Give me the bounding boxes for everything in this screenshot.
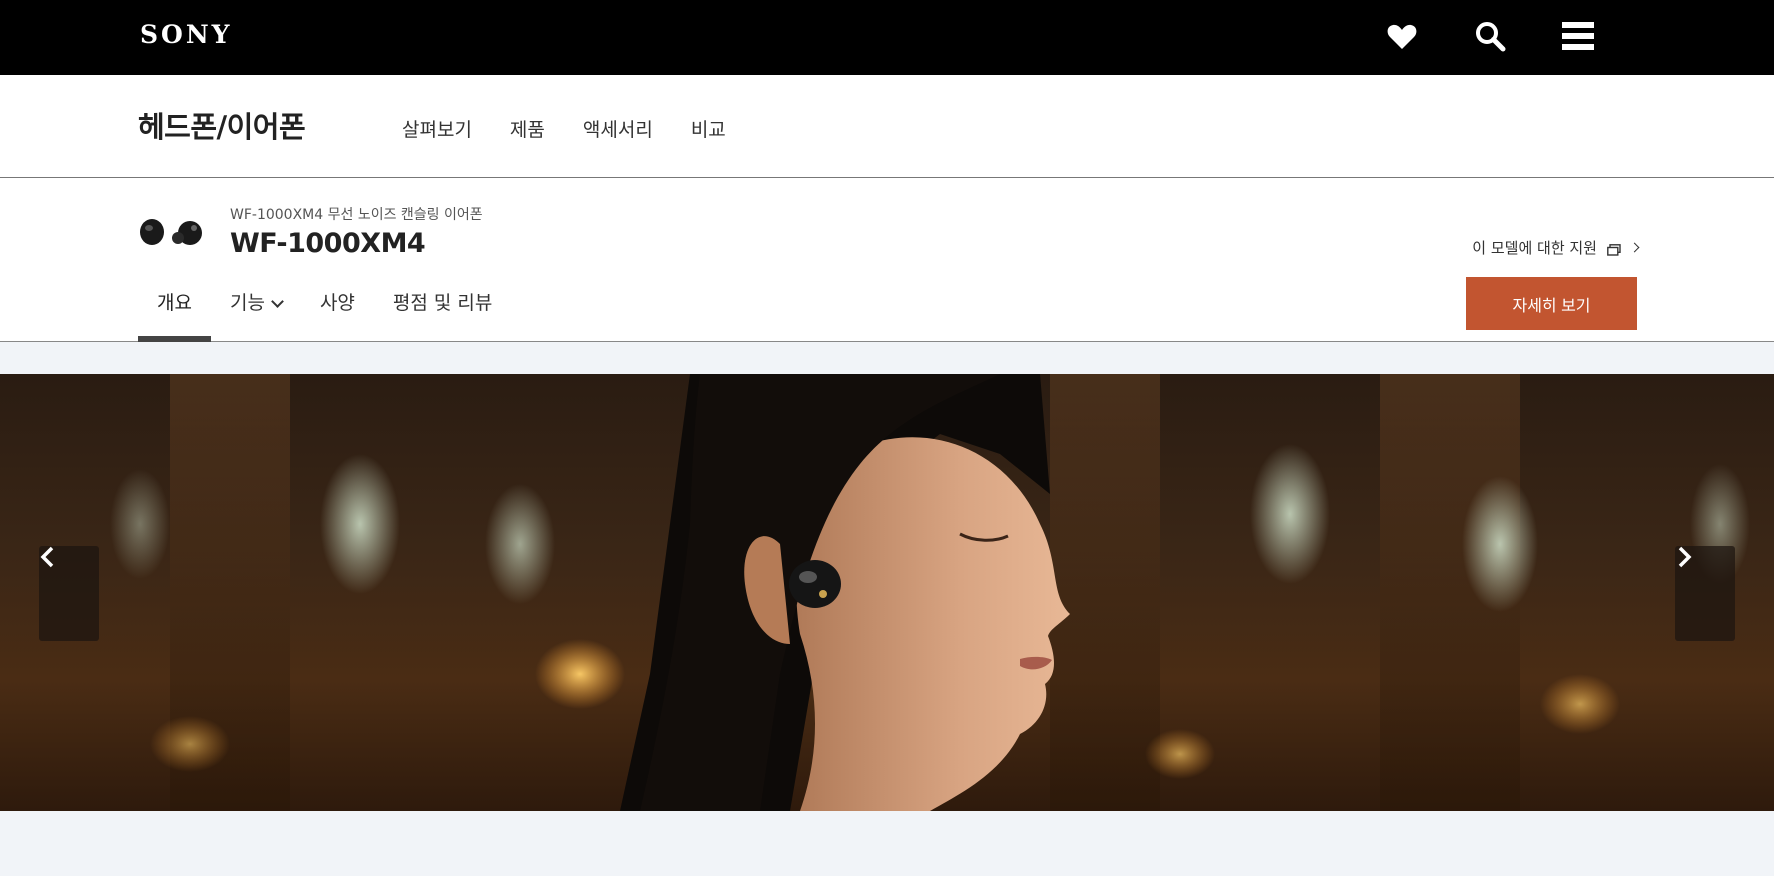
- top-header: SONY: [0, 0, 1774, 75]
- chevron-right-icon: [1678, 546, 1692, 568]
- product-subtitle: WF-1000XM4 무선 노이즈 캔슬링 이어폰: [230, 207, 483, 223]
- tab-overview-label: 개요: [157, 292, 192, 314]
- tab-specs-label: 사양: [319, 292, 355, 314]
- header-icons: [1384, 18, 1596, 54]
- cat-link-accessories[interactable]: 액세서리: [583, 115, 653, 142]
- tab-features[interactable]: 기능: [211, 288, 301, 342]
- search-icon[interactable]: [1472, 18, 1508, 54]
- chevron-right-small-icon: [1629, 242, 1640, 253]
- support-link[interactable]: 이 모델에 대한 지원: [1472, 237, 1640, 258]
- tab-specs[interactable]: 사양: [301, 288, 374, 342]
- cat-link-compare[interactable]: 비교: [691, 115, 726, 142]
- tab-reviews[interactable]: 평점 및 리뷰: [374, 288, 511, 342]
- cat-link-explore[interactable]: 살펴보기: [402, 115, 472, 142]
- heart-icon[interactable]: [1384, 18, 1420, 54]
- chevron-down-icon: [271, 295, 284, 308]
- product-tabs: 개요 기능 사양 평점 및 리뷰: [138, 288, 511, 342]
- sony-logo[interactable]: SONY: [140, 20, 233, 49]
- chevron-left-icon: [40, 546, 54, 568]
- hero-section: [0, 342, 1774, 876]
- category-nav: 헤드폰/이어폰 살펴보기 제품 액세서리 비교: [0, 75, 1774, 178]
- product-header: WF-1000XM4 무선 노이즈 캔슬링 이어폰 WF-1000XM4 개요 …: [0, 178, 1774, 342]
- product-name: WF-1000XM4: [230, 228, 426, 259]
- tab-features-label: 기능: [229, 292, 265, 314]
- category-title[interactable]: 헤드폰/이어폰: [138, 104, 306, 146]
- hero-next-button[interactable]: [1675, 546, 1735, 641]
- hero-photo: [110, 374, 1750, 811]
- category-links: 살펴보기 제품 액세서리 비교: [402, 115, 726, 142]
- hero-banner-image: [0, 374, 1774, 811]
- support-link-label: 이 모델에 대한 지원: [1472, 239, 1597, 257]
- product-thumbnail: [138, 214, 206, 250]
- menu-icon[interactable]: [1560, 18, 1596, 54]
- cat-link-products[interactable]: 제품: [510, 115, 545, 142]
- hero-prev-button[interactable]: [39, 546, 99, 641]
- learn-more-button[interactable]: 자세히 보기: [1466, 277, 1637, 330]
- tab-overview[interactable]: 개요: [138, 288, 211, 342]
- tab-reviews-label: 평점 및 리뷰: [392, 292, 493, 314]
- new-window-icon: [1607, 242, 1621, 256]
